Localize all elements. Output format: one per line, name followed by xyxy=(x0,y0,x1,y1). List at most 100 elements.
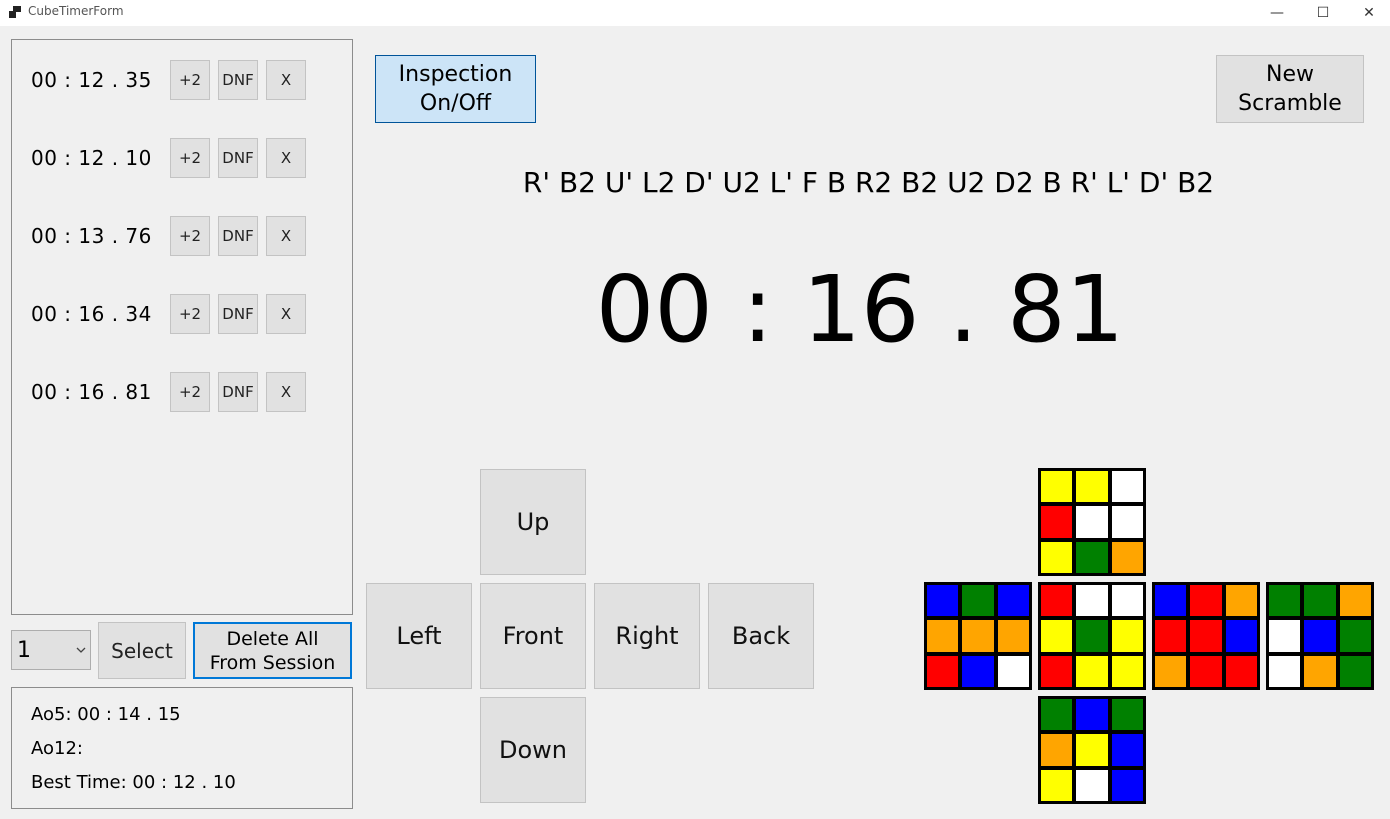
back-face-button[interactable]: Back xyxy=(708,583,814,689)
new-scramble-button[interactable]: New Scramble xyxy=(1216,55,1364,123)
cube-sticker xyxy=(1155,620,1187,652)
left-face-button[interactable]: Left xyxy=(366,583,472,689)
cube-sticker xyxy=(1076,655,1108,687)
cube-sticker xyxy=(1111,699,1143,731)
close-icon: ✕ xyxy=(1363,5,1375,21)
plus2-button[interactable]: +2 xyxy=(170,372,210,412)
cube-face-up xyxy=(1038,468,1146,576)
cube-sticker xyxy=(1225,620,1257,652)
cube-sticker xyxy=(1076,506,1108,538)
cube-sticker xyxy=(962,585,994,617)
dnf-button[interactable]: DNF xyxy=(218,138,258,178)
delete-time-button[interactable]: X xyxy=(266,60,306,100)
ao5-stat: Ao5: 00 : 14 . 15 xyxy=(31,704,181,725)
timer-display: 00 : 16 . 81 xyxy=(595,256,1125,363)
cube-sticker xyxy=(1190,655,1222,687)
delete-time-button[interactable]: X xyxy=(266,294,306,334)
session-dropdown[interactable]: 1 xyxy=(11,630,91,670)
cube-face-right xyxy=(1152,582,1260,690)
new-scramble-label-line2: Scramble xyxy=(1238,91,1342,116)
app-icon xyxy=(9,6,21,18)
maximize-button[interactable]: ☐ xyxy=(1300,0,1346,26)
cube-sticker xyxy=(1111,506,1143,538)
cube-sticker xyxy=(1111,769,1143,801)
cube-sticker xyxy=(1041,506,1073,538)
session-selected-value: 1 xyxy=(17,638,31,663)
select-button[interactable]: Select xyxy=(98,622,186,679)
close-button[interactable]: ✕ xyxy=(1346,0,1390,26)
delete-time-button[interactable]: X xyxy=(266,138,306,178)
cube-sticker xyxy=(1076,734,1108,766)
cube-sticker xyxy=(1076,769,1108,801)
cube-sticker xyxy=(1304,655,1336,687)
inspection-label-line2: On/Off xyxy=(419,91,492,116)
dnf-button[interactable]: DNF xyxy=(218,60,258,100)
delete-all-button[interactable]: Delete All From Session xyxy=(193,622,352,679)
cube-sticker xyxy=(927,585,959,617)
cube-sticker xyxy=(927,620,959,652)
title-bar: CubeTimerForm — ☐ ✕ xyxy=(0,0,1390,26)
time-row: 00 : 16 . 34 +2 DNF X xyxy=(12,294,352,334)
cube-sticker xyxy=(1269,655,1301,687)
minimize-icon: — xyxy=(1270,5,1284,21)
cube-sticker xyxy=(1041,655,1073,687)
plus2-button[interactable]: +2 xyxy=(170,60,210,100)
delete-time-button[interactable]: X xyxy=(266,372,306,412)
front-face-button[interactable]: Front xyxy=(480,583,586,689)
cube-sticker xyxy=(927,655,959,687)
time-row: 00 : 16 . 81 +2 DNF X xyxy=(12,372,352,412)
plus2-button[interactable]: +2 xyxy=(170,294,210,334)
cube-sticker xyxy=(1041,585,1073,617)
cube-sticker xyxy=(997,620,1029,652)
cube-sticker xyxy=(1111,655,1143,687)
cube-sticker xyxy=(1269,620,1301,652)
cube-sticker xyxy=(1304,585,1336,617)
time-value: 00 : 16 . 81 xyxy=(31,380,152,404)
delete-all-label-line1: Delete All xyxy=(226,627,319,650)
dnf-button[interactable]: DNF xyxy=(218,372,258,412)
cube-sticker xyxy=(1111,585,1143,617)
cube-sticker xyxy=(962,620,994,652)
time-value: 00 : 16 . 34 xyxy=(31,302,152,326)
cube-sticker xyxy=(1076,585,1108,617)
right-face-button[interactable]: Right xyxy=(594,583,700,689)
cube-face-back xyxy=(1266,582,1374,690)
cube-sticker xyxy=(1190,585,1222,617)
time-value: 00 : 12 . 10 xyxy=(31,146,152,170)
scramble-text: R' B2 U' L2 D' U2 L' F B R2 B2 U2 D2 B R… xyxy=(522,166,1215,199)
cube-sticker xyxy=(1225,655,1257,687)
cube-face-down xyxy=(1038,696,1146,804)
cube-sticker xyxy=(1076,620,1108,652)
cube-sticker xyxy=(1190,620,1222,652)
down-face-button[interactable]: Down xyxy=(480,697,586,803)
chevron-down-icon xyxy=(76,647,86,653)
cube-sticker xyxy=(962,655,994,687)
cube-sticker xyxy=(1076,699,1108,731)
cube-sticker xyxy=(1155,585,1187,617)
cube-sticker xyxy=(1041,541,1073,573)
window-title: CubeTimerForm xyxy=(28,4,124,18)
plus2-button[interactable]: +2 xyxy=(170,138,210,178)
delete-time-button[interactable]: X xyxy=(266,216,306,256)
ao12-stat: Ao12: xyxy=(31,738,83,759)
up-face-button[interactable]: Up xyxy=(480,469,586,575)
cube-sticker xyxy=(1155,655,1187,687)
best-time-stat: Best Time: 00 : 12 . 10 xyxy=(31,772,236,793)
time-value: 00 : 12 . 35 xyxy=(31,68,152,92)
cube-sticker xyxy=(1339,620,1371,652)
cube-sticker xyxy=(997,585,1029,617)
dnf-button[interactable]: DNF xyxy=(218,216,258,256)
cube-sticker xyxy=(1041,620,1073,652)
time-row: 00 : 12 . 35 +2 DNF X xyxy=(12,60,352,100)
dnf-button[interactable]: DNF xyxy=(218,294,258,334)
cube-sticker xyxy=(1339,655,1371,687)
cube-sticker xyxy=(1041,471,1073,503)
times-list-panel: 00 : 12 . 35 +2 DNF X 00 : 12 . 10 +2 DN… xyxy=(11,39,353,615)
inspection-toggle-button[interactable]: Inspection On/Off xyxy=(375,55,536,123)
cube-face-front xyxy=(1038,582,1146,690)
time-row: 00 : 13 . 76 +2 DNF X xyxy=(12,216,352,256)
time-row: 00 : 12 . 10 +2 DNF X xyxy=(12,138,352,178)
cube-sticker xyxy=(997,655,1029,687)
minimize-button[interactable]: — xyxy=(1254,0,1300,26)
plus2-button[interactable]: +2 xyxy=(170,216,210,256)
